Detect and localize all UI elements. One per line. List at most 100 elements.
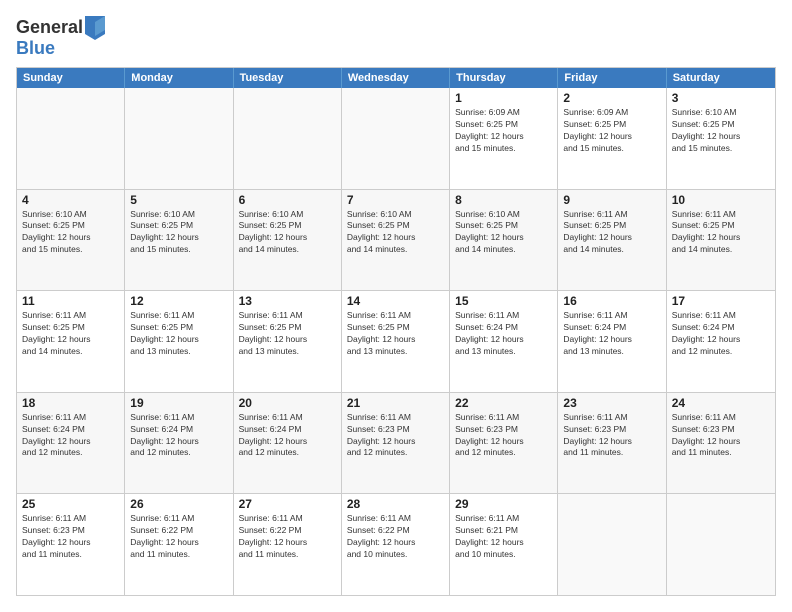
header-day-wednesday: Wednesday [342, 68, 450, 88]
header-day-sunday: Sunday [17, 68, 125, 88]
logo: General Blue [16, 16, 105, 59]
cal-cell-empty-0-3 [342, 88, 450, 189]
day-info: Sunrise: 6:11 AM Sunset: 6:23 PM Dayligh… [22, 513, 119, 561]
day-number: 19 [130, 396, 227, 410]
cal-cell-17: 17 Sunrise: 6:11 AM Sunset: 6:24 PM Dayli… [667, 291, 775, 392]
cal-cell-5: 5 Sunrise: 6:10 AM Sunset: 6:25 PM Daylig… [125, 190, 233, 291]
day-info: Sunrise: 6:11 AM Sunset: 6:25 PM Dayligh… [672, 209, 770, 257]
cal-cell-7: 7Sunrise: 6:10 AM Sunset: 6:25 PM Daylig… [342, 190, 450, 291]
day-number: 15 [455, 294, 552, 308]
day-info: Sunrise: 6:11 AM Sunset: 6:24 PM Dayligh… [22, 412, 119, 460]
cal-cell-29: 29 Sunrise: 6:11 AM Sunset: 6:21 PM Dayli… [450, 494, 558, 595]
cal-cell-26: 26 Sunrise: 6:11 AM Sunset: 6:22 PM Dayli… [125, 494, 233, 595]
calendar: SundayMondayTuesdayWednesdayThursdayFrid… [16, 67, 776, 596]
day-info: Sunrise: 6:11 AM Sunset: 6:25 PM Dayligh… [239, 310, 336, 358]
cal-cell-19: 19Sunrise: 6:11 AM Sunset: 6:24 PM Dayli… [125, 393, 233, 494]
day-number: 18 [22, 396, 119, 410]
cal-cell-13: 13 Sunrise: 6:11 AM Sunset: 6:25 PM Dayli… [234, 291, 342, 392]
day-info: Sunrise: 6:11 AM Sunset: 6:25 PM Dayligh… [347, 310, 444, 358]
cal-cell-16: 16 Sunrise: 6:11 AM Sunset: 6:24 PM Dayli… [558, 291, 666, 392]
header-day-saturday: Saturday [667, 68, 775, 88]
cal-cell-empty-0-2 [234, 88, 342, 189]
day-number: 29 [455, 497, 552, 511]
day-info: Sunrise: 6:11 AM Sunset: 6:22 PM Dayligh… [347, 513, 444, 561]
day-info: Sunrise: 6:09 AM Sunset: 6:25 PM Dayligh… [563, 107, 660, 155]
day-number: 22 [455, 396, 552, 410]
day-number: 4 [22, 193, 119, 207]
day-info: Sunrise: 6:11 AM Sunset: 6:24 PM Dayligh… [672, 310, 770, 358]
day-info: Sunrise: 6:10 AM Sunset: 6:25 PM Dayligh… [239, 209, 336, 257]
week-row-0: 1 Sunrise: 6:09 AM Sunset: 6:25 PM Daylig… [17, 88, 775, 189]
logo-blue: Blue [16, 38, 105, 59]
cal-cell-11: 11 Sunrise: 6:11 AM Sunset: 6:25 PM Dayli… [17, 291, 125, 392]
cal-cell-18: 18 Sunrise: 6:11 AM Sunset: 6:24 PM Dayli… [17, 393, 125, 494]
week-row-1: 4 Sunrise: 6:10 AM Sunset: 6:25 PM Daylig… [17, 189, 775, 291]
day-number: 26 [130, 497, 227, 511]
page: General Blue SundayMondayTuesdayWednesda… [0, 0, 792, 612]
day-number: 23 [563, 396, 660, 410]
cal-cell-8: 8 Sunrise: 6:10 AM Sunset: 6:25 PM Daylig… [450, 190, 558, 291]
day-info: Sunrise: 6:11 AM Sunset: 6:21 PM Dayligh… [455, 513, 552, 561]
cal-cell-25: 25 Sunrise: 6:11 AM Sunset: 6:23 PM Dayli… [17, 494, 125, 595]
day-number: 11 [22, 294, 119, 308]
cal-cell-10: 10 Sunrise: 6:11 AM Sunset: 6:25 PM Dayli… [667, 190, 775, 291]
day-info: Sunrise: 6:10 AM Sunset: 6:25 PM Dayligh… [455, 209, 552, 257]
cal-cell-23: 23 Sunrise: 6:11 AM Sunset: 6:23 PM Dayli… [558, 393, 666, 494]
calendar-body: 1 Sunrise: 6:09 AM Sunset: 6:25 PM Daylig… [17, 88, 775, 595]
day-info: Sunrise: 6:11 AM Sunset: 6:24 PM Dayligh… [563, 310, 660, 358]
day-info: Sunrise: 6:10 AM Sunset: 6:25 PM Dayligh… [130, 209, 227, 257]
header-day-friday: Friday [558, 68, 666, 88]
cal-cell-20: 20 Sunrise: 6:11 AM Sunset: 6:24 PM Dayli… [234, 393, 342, 494]
cal-cell-12: 12 Sunrise: 6:11 AM Sunset: 6:25 PM Dayli… [125, 291, 233, 392]
day-number: 5 [130, 193, 227, 207]
cal-cell-15: 15 Sunrise: 6:11 AM Sunset: 6:24 PM Dayli… [450, 291, 558, 392]
cal-cell-14: 14 Sunrise: 6:11 AM Sunset: 6:25 PM Dayli… [342, 291, 450, 392]
day-number: 24 [672, 396, 770, 410]
week-row-2: 11 Sunrise: 6:11 AM Sunset: 6:25 PM Dayli… [17, 290, 775, 392]
day-number: 17 [672, 294, 770, 308]
day-info: Sunrise: 6:11 AM Sunset: 6:23 PM Dayligh… [563, 412, 660, 460]
day-number: 13 [239, 294, 336, 308]
day-info: Sunrise: 6:11 AM Sunset: 6:25 PM Dayligh… [130, 310, 227, 358]
day-number: 6 [239, 193, 336, 207]
cal-cell-1: 1Sunrise: 6:09 AM Sunset: 6:25 PM Daylig… [450, 88, 558, 189]
day-info: Sunrise: 6:11 AM Sunset: 6:25 PM Dayligh… [22, 310, 119, 358]
day-number: 1 [455, 91, 552, 105]
cal-cell-4: 4Sunrise: 6:10 AM Sunset: 6:25 PM Daylig… [17, 190, 125, 291]
calendar-header: SundayMondayTuesdayWednesdayThursdayFrid… [17, 68, 775, 88]
day-info: Sunrise: 6:11 AM Sunset: 6:23 PM Dayligh… [672, 412, 770, 460]
day-number: 20 [239, 396, 336, 410]
day-number: 27 [239, 497, 336, 511]
week-row-4: 25 Sunrise: 6:11 AM Sunset: 6:23 PM Dayli… [17, 493, 775, 595]
cal-cell-empty-0-0 [17, 88, 125, 189]
cal-cell-3: 3 Sunrise: 6:10 AM Sunset: 6:25 PM Daylig… [667, 88, 775, 189]
day-number: 2 [563, 91, 660, 105]
header-day-thursday: Thursday [450, 68, 558, 88]
day-number: 21 [347, 396, 444, 410]
cal-cell-22: 22 Sunrise: 6:11 AM Sunset: 6:23 PM Dayli… [450, 393, 558, 494]
day-number: 10 [672, 193, 770, 207]
day-info: Sunrise: 6:11 AM Sunset: 6:22 PM Dayligh… [239, 513, 336, 561]
cal-cell-empty-4-6 [667, 494, 775, 595]
day-number: 14 [347, 294, 444, 308]
cal-cell-9: 9 Sunrise: 6:11 AM Sunset: 6:25 PM Daylig… [558, 190, 666, 291]
day-info: Sunrise: 6:11 AM Sunset: 6:24 PM Dayligh… [239, 412, 336, 460]
cal-cell-21: 21Sunrise: 6:11 AM Sunset: 6:23 PM Dayli… [342, 393, 450, 494]
day-number: 9 [563, 193, 660, 207]
header-day-tuesday: Tuesday [234, 68, 342, 88]
logo-text: General [16, 18, 83, 38]
day-number: 16 [563, 294, 660, 308]
day-number: 28 [347, 497, 444, 511]
day-number: 25 [22, 497, 119, 511]
day-number: 3 [672, 91, 770, 105]
cal-cell-2: 2 Sunrise: 6:09 AM Sunset: 6:25 PM Daylig… [558, 88, 666, 189]
day-number: 12 [130, 294, 227, 308]
day-info: Sunrise: 6:11 AM Sunset: 6:23 PM Dayligh… [455, 412, 552, 460]
day-info: Sunrise: 6:11 AM Sunset: 6:24 PM Dayligh… [455, 310, 552, 358]
week-row-3: 18 Sunrise: 6:11 AM Sunset: 6:24 PM Dayli… [17, 392, 775, 494]
day-info: Sunrise: 6:11 AM Sunset: 6:25 PM Dayligh… [563, 209, 660, 257]
cal-cell-28: 28 Sunrise: 6:11 AM Sunset: 6:22 PM Dayli… [342, 494, 450, 595]
day-number: 8 [455, 193, 552, 207]
day-info: Sunrise: 6:10 AM Sunset: 6:25 PM Dayligh… [672, 107, 770, 155]
day-info: Sunrise: 6:11 AM Sunset: 6:22 PM Dayligh… [130, 513, 227, 561]
